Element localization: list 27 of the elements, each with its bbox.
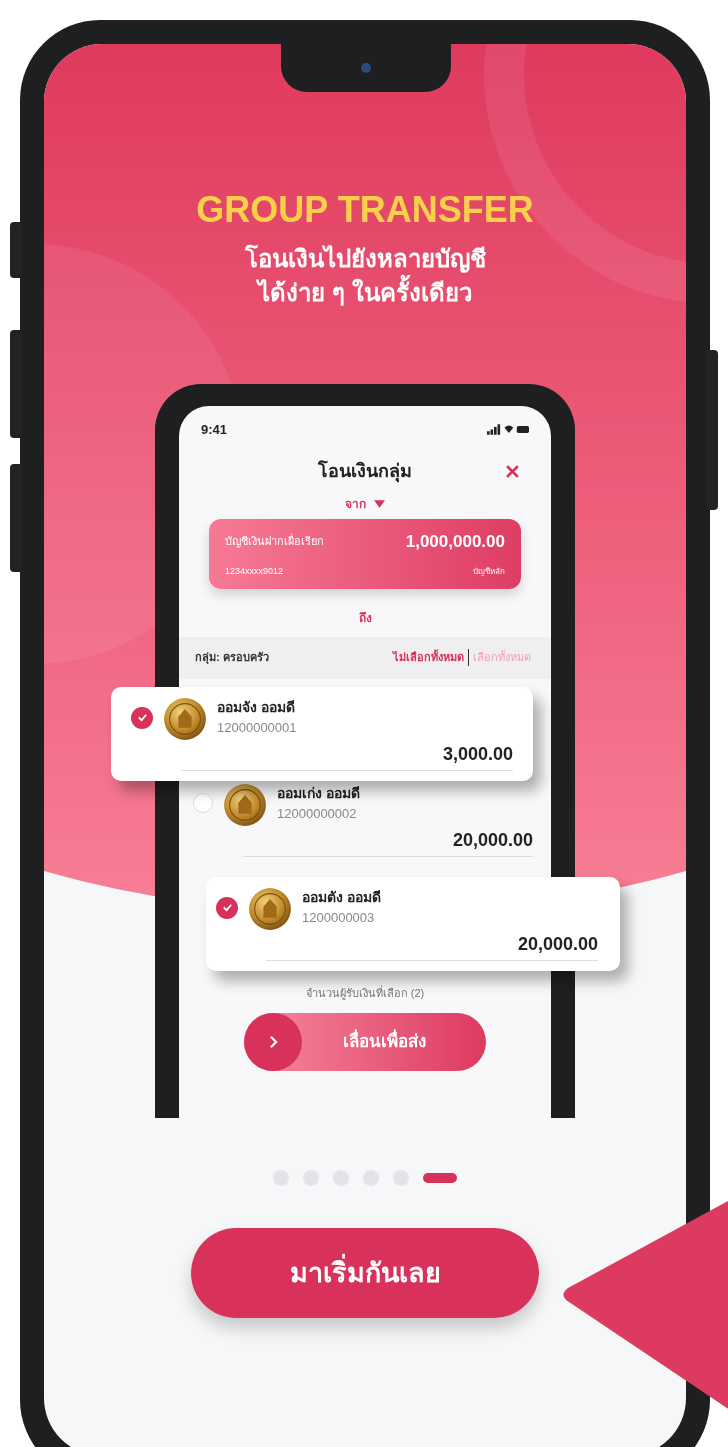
recipient-account: 1200000003 xyxy=(302,908,376,927)
amount-field[interactable]: 20,000.00 xyxy=(266,930,598,961)
account-balance: 1,000,000.00 xyxy=(405,530,505,553)
recipient-name: ออมเก่ง ออมดี xyxy=(277,783,360,803)
group-action-link[interactable]: ไม่เลือกทั้งหมด xyxy=(389,649,468,666)
status-time: 9:41 xyxy=(201,421,228,439)
promo-subtitle: โอนเงินไปยังหลายบัญชี xyxy=(244,242,486,276)
recipient-card[interactable]: ออมตัง ออมดี 1200000003 20,000.00 xyxy=(206,876,620,971)
amount-field[interactable]: 20,000.00 xyxy=(243,826,533,857)
selected-count: จำนวนผู้รับเงินที่เลือก (2) xyxy=(305,984,425,1001)
recipient-account: 12000000001 xyxy=(217,718,297,737)
account-tag: บัญชีหลัก xyxy=(473,565,505,578)
promo-title: GROUP TRANSFER xyxy=(196,190,534,230)
start-button[interactable]: มาเริ่มกันเลย xyxy=(191,1228,539,1318)
recipient-account: 12000000002 xyxy=(277,804,358,823)
to-label: ถึง xyxy=(358,609,372,627)
from-label: จาก xyxy=(345,495,366,513)
account-name: บัญชีเงินฝากเผื่อเรียก xyxy=(225,533,324,550)
recipient-card[interactable]: ออมจัง ออมดี 12000000001 3,000.00 xyxy=(111,686,533,781)
group-label: กลุ่ม: ครอบครัว xyxy=(195,650,269,666)
amount-field[interactable]: 3,000.00 xyxy=(181,740,513,771)
screen-title: โอนเงินกลุ่ม xyxy=(318,459,412,485)
account-number: 1234xxxx9012 xyxy=(225,565,284,578)
recipient-name: ออมตัง ออมดี xyxy=(302,887,381,907)
promo-subtitle: ได้ง่าย ๆ ในครั้งเดียว xyxy=(258,276,472,310)
account-card[interactable]: บัญชีเงินฝากเผื่อเรียก 1,000,000.00 1234xxxx9012 บัญชีหลัก xyxy=(209,518,521,589)
recipient-name: ออมจัง ออมดี xyxy=(217,697,296,717)
